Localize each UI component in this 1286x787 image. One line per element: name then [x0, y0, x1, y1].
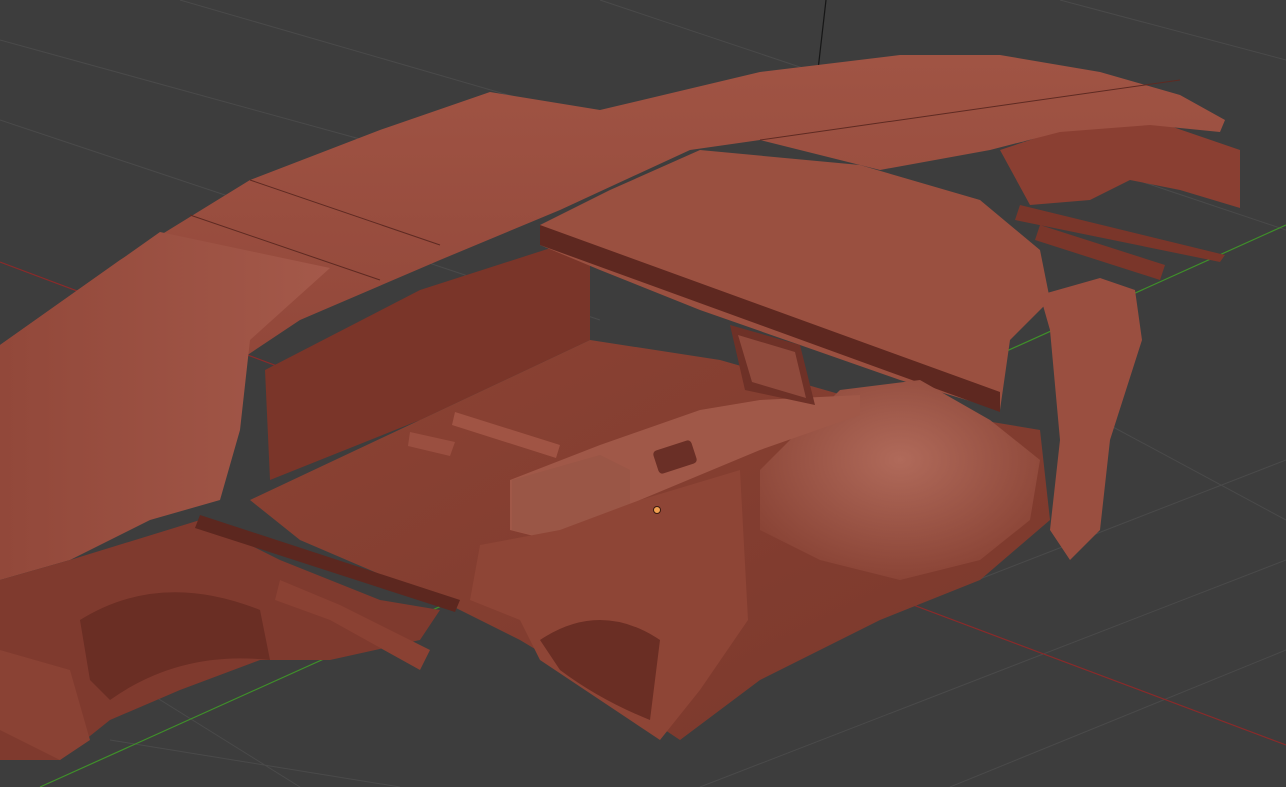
- far-side-struts[interactable]: [1015, 205, 1225, 280]
- viewport-canvas[interactable]: [0, 0, 1286, 787]
- right-door-pillar[interactable]: [1040, 278, 1142, 560]
- 3d-viewport[interactable]: [0, 0, 1286, 787]
- object-origin-marker[interactable]: [653, 506, 661, 514]
- car-body-model[interactable]: [0, 55, 1240, 760]
